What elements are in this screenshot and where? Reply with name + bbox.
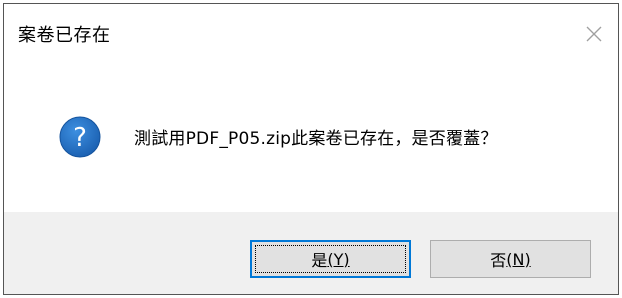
dialog-title: 案卷已存在: [18, 25, 111, 46]
question-icon: ?: [59, 116, 101, 158]
dialog-message: 測試用PDF_P05.zip此案卷已存在，是否覆蓋？: [134, 129, 498, 149]
yes-button[interactable]: 是 (Y): [250, 240, 411, 278]
message-area: ? 測試用PDF_P05.zip此案卷已存在，是否覆蓋？: [4, 64, 618, 212]
close-button[interactable]: [580, 20, 608, 48]
svg-text:?: ?: [73, 123, 87, 153]
message-box-dialog: 案卷已存在 ? 測試用PDF_P05.zip此案卷已存在，是否覆蓋？ 是(Y): [3, 3, 619, 295]
title-bar: 案卷已存在: [4, 4, 618, 64]
close-icon: [586, 26, 602, 42]
no-button-label: 否: [490, 251, 507, 270]
no-button-accelerator: (N): [506, 249, 531, 269]
no-button[interactable]: 否 (N): [430, 240, 591, 278]
yes-button-accelerator: (Y): [327, 249, 350, 269]
yes-button-label: 是: [311, 251, 328, 270]
button-bar: 是 (Y) 否 (N): [4, 212, 618, 294]
